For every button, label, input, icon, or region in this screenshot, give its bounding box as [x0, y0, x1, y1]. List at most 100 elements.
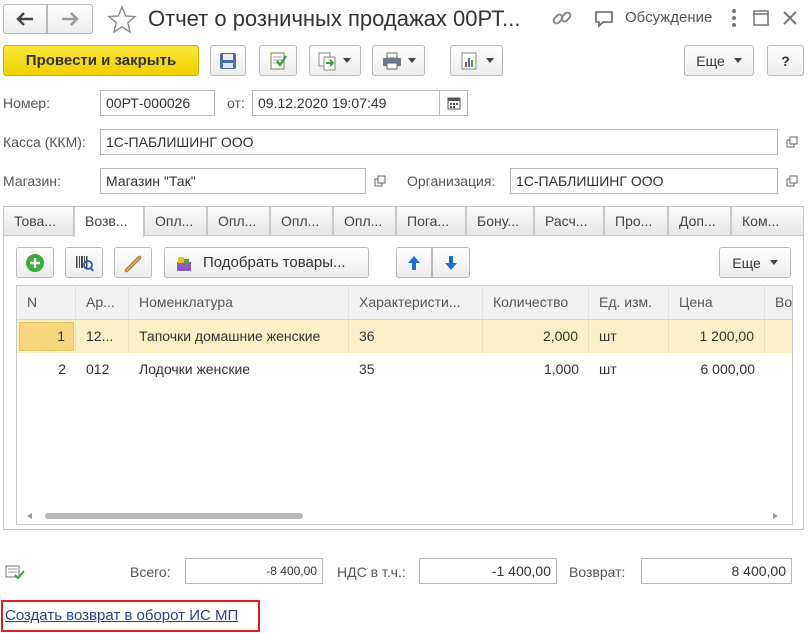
create-based-on-button[interactable]	[309, 45, 361, 76]
save-button[interactable]	[210, 45, 246, 76]
more-menu-button[interactable]: Еще	[684, 45, 754, 76]
maximize-icon[interactable]	[752, 9, 770, 27]
tab-additional[interactable]: Доп...	[668, 206, 731, 236]
printer-icon	[382, 52, 402, 70]
col-header-n[interactable]: N	[17, 285, 76, 319]
vat-label: НДС в т.ч.:	[337, 564, 406, 580]
tab-payments-4[interactable]: Опл...	[333, 206, 396, 236]
barcode-search-icon	[74, 253, 94, 273]
link-icon[interactable]	[551, 7, 573, 29]
more-label: Еще	[696, 52, 725, 69]
tab-other[interactable]: Про...	[604, 206, 668, 236]
col-header-characteristic[interactable]: Характеристи...	[349, 285, 483, 319]
scroll-right-icon[interactable]	[773, 513, 778, 519]
tab-returns[interactable]: Возв...	[74, 206, 144, 237]
discussion-link[interactable]: Обсуждение	[625, 9, 712, 26]
bread-icon-button[interactable]	[114, 247, 152, 278]
document-status-icon	[5, 564, 25, 580]
barcode-search-button[interactable]	[65, 247, 103, 278]
print-button[interactable]	[372, 45, 425, 76]
organization-open-button[interactable]	[780, 168, 804, 194]
tab-repayment[interactable]: Пога...	[396, 206, 466, 236]
favorite-star-icon[interactable]	[107, 5, 137, 35]
pick-goods-button[interactable]: Подобрать товары...	[164, 247, 369, 278]
tab-comment[interactable]: Ком...	[731, 206, 804, 236]
row-characteristic: 35	[359, 361, 375, 377]
close-icon[interactable]	[781, 9, 799, 27]
more-vertical-icon[interactable]	[731, 7, 737, 29]
loaf-icon	[123, 253, 143, 273]
scroll-left-icon[interactable]	[27, 513, 32, 519]
col-header-return[interactable]: Во	[765, 285, 792, 319]
open-form-icon	[786, 136, 798, 148]
arrow-down-icon	[444, 255, 458, 271]
back-button[interactable]	[3, 4, 47, 34]
total-label: Всего:	[130, 564, 171, 580]
store-open-button[interactable]	[368, 168, 392, 194]
date-field[interactable]: 09.12.2020 19:07:49	[252, 90, 440, 116]
register-field[interactable]: 1С-ПАБЛИШИНГ ООО	[100, 129, 778, 155]
add-row-button[interactable]	[16, 247, 54, 278]
row-nomenclature: Тапочки домашние женские	[129, 320, 349, 353]
register-open-button[interactable]	[780, 129, 804, 155]
move-down-button[interactable]	[432, 247, 470, 278]
row-price: 1 200,00	[669, 320, 765, 353]
move-up-button[interactable]	[396, 247, 432, 278]
row-price: 6 000,00	[700, 361, 756, 377]
store-field[interactable]: Магазин "Так"	[100, 168, 366, 194]
row-number: 1	[17, 320, 76, 353]
page-title: Отчет о розничных продажах 00РТ...	[148, 6, 521, 31]
chevron-down-icon	[408, 58, 416, 63]
pick-goods-label: Подобрать товары...	[203, 254, 346, 271]
floppy-disk-icon	[219, 52, 237, 70]
table-more-label: Еще	[732, 254, 761, 271]
return-label: Возврат:	[569, 564, 626, 580]
pick-goods-icon	[175, 254, 193, 272]
col-header-article[interactable]: Ар...	[76, 285, 129, 319]
row-number: 2	[58, 361, 66, 377]
post-button[interactable]	[259, 45, 297, 76]
tab-goods[interactable]: Това...	[3, 206, 74, 236]
open-form-icon	[786, 175, 798, 187]
col-header-unit[interactable]: Ед. изм.	[589, 285, 669, 319]
number-field[interactable]: 00РТ-000026	[100, 90, 215, 116]
tab-settlements[interactable]: Расч...	[534, 206, 604, 236]
scrollbar-thumb[interactable]	[45, 513, 303, 519]
arrow-left-icon	[16, 12, 34, 26]
col-header-price[interactable]: Цена	[669, 285, 765, 319]
date-value: 09.12.2020 19:07:49	[258, 95, 387, 111]
arrow-right-icon	[61, 12, 79, 26]
open-form-icon	[374, 175, 386, 187]
tab-payments-2[interactable]: Опл...	[207, 206, 270, 236]
row-quantity: 1,000	[543, 361, 579, 377]
tab-payments-1[interactable]: Опл...	[144, 206, 207, 236]
col-header-quantity[interactable]: Количество	[483, 285, 589, 319]
tab-payments-3[interactable]: Опл...	[270, 206, 333, 236]
vat-field: -1 400,00	[419, 558, 557, 584]
reports-button[interactable]	[450, 45, 503, 76]
horizontal-scrollbar[interactable]	[17, 508, 792, 524]
create-return-link[interactable]: Создать возврат в оборот ИС МП	[5, 607, 238, 624]
table-more-button[interactable]: Еще	[719, 247, 791, 278]
organization-field[interactable]: 1С-ПАБЛИШИНГ ООО	[510, 168, 778, 194]
row-article: 12...	[76, 320, 129, 353]
col-header-nomenclature[interactable]: Номенклатура	[129, 285, 349, 319]
row-article: 012	[86, 361, 110, 377]
discussion-icon[interactable]	[594, 10, 614, 28]
chevron-down-icon	[343, 58, 351, 63]
return-field: 8 400,00	[641, 558, 792, 584]
row-nomenclature: Лодочки женские	[139, 361, 251, 377]
row-unit: шт	[599, 361, 617, 377]
row-characteristic: 36	[349, 320, 483, 353]
organization-label: Организация:	[407, 173, 496, 189]
store-label: Магазин:	[3, 173, 61, 189]
help-button[interactable]: ?	[767, 45, 804, 76]
chevron-down-icon	[486, 58, 494, 63]
post-and-close-button[interactable]: Провести и закрыть	[3, 45, 199, 76]
tab-bonuses[interactable]: Бону...	[466, 206, 534, 236]
plus-circle-icon	[25, 253, 45, 273]
forward-button[interactable]	[47, 4, 93, 34]
calendar-icon	[447, 96, 461, 110]
row-quantity: 2,000	[483, 320, 589, 353]
calendar-button[interactable]	[440, 90, 468, 116]
